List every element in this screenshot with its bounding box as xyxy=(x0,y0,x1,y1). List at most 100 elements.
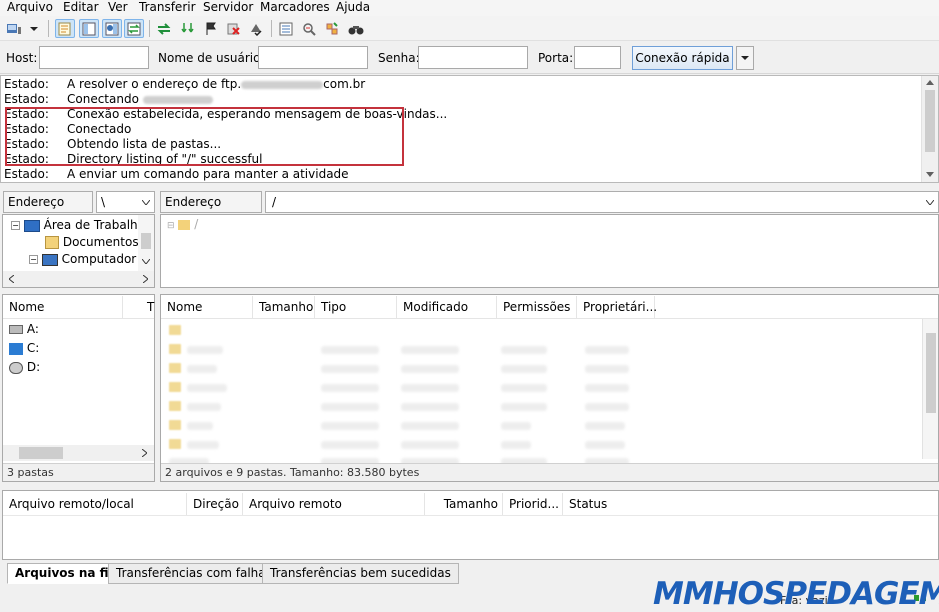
collapse-icon[interactable]: − xyxy=(11,221,20,230)
menu-servidor[interactable]: Servidor xyxy=(203,0,253,15)
remote-file-rows-blurred xyxy=(161,320,921,466)
local-tree-scrollbar[interactable] xyxy=(138,215,154,271)
queue-col-file[interactable]: Arquivo remoto/local xyxy=(3,493,187,515)
local-col-type[interactable]: T xyxy=(141,296,155,318)
menu-ver[interactable]: Ver xyxy=(108,0,128,15)
directory-filter-icon[interactable] xyxy=(276,19,296,38)
chevron-down-icon xyxy=(741,56,749,60)
reconnect-icon[interactable] xyxy=(246,19,266,38)
computer-icon xyxy=(41,253,58,266)
toolbar xyxy=(0,16,939,41)
tree-item-documentos[interactable]: Documentos xyxy=(45,235,139,249)
watermark-logo: MMHOSPEDAGEM xyxy=(653,576,939,612)
queue-col-direction[interactable]: Direção xyxy=(187,493,243,515)
tree-item-desktop[interactable]: − Área de Trabalho xyxy=(11,218,145,232)
refresh-icon[interactable] xyxy=(154,19,174,38)
chevron-down-icon[interactable] xyxy=(926,200,934,205)
log-line: Estado: A resolver o endereço de ftp. com.… xyxy=(4,77,366,91)
remote-address-label: Endereço remoto: xyxy=(160,191,262,229)
scroll-down-icon[interactable] xyxy=(926,172,934,177)
local-status: 3 pastas xyxy=(3,463,154,481)
log-line: Estado: Conectando xyxy=(4,92,213,107)
local-list-hscrollbar[interactable] xyxy=(3,445,154,461)
transfer-queue: Arquivo remoto/local Direção Arquivo rem… xyxy=(2,490,939,560)
drive-d[interactable]: D: xyxy=(9,360,40,374)
remote-address-bar: Endereço remoto: / xyxy=(160,191,939,229)
drive-icon xyxy=(9,361,23,374)
remote-status: 2 arquivos e 9 pastas. Tamanho: 83.580 b… xyxy=(161,463,938,481)
message-log-toggle-icon[interactable] xyxy=(55,19,75,38)
highlight-box xyxy=(5,107,404,166)
local-tree-toggle-icon[interactable] xyxy=(79,19,99,38)
tree-item-root[interactable]: ⊟ / xyxy=(167,217,198,231)
remote-list-scrollbar[interactable] xyxy=(922,319,938,459)
site-manager-icon[interactable] xyxy=(4,19,24,38)
tab-successful-transfers[interactable]: Transferências bem sucedidas xyxy=(262,563,459,584)
local-tree-hscrollbar[interactable] xyxy=(3,271,154,287)
local-file-list: Nome T A: C: D: 3 pastas xyxy=(2,294,155,482)
password-input[interactable] xyxy=(418,46,528,69)
local-tree: − Área de Trabalho Documentos − Computad… xyxy=(2,214,155,288)
drive-a[interactable]: A: xyxy=(9,322,39,336)
host-input[interactable] xyxy=(39,46,149,69)
remote-col-owner[interactable]: Proprietári... xyxy=(577,296,657,318)
log-scrollbar[interactable] xyxy=(921,76,938,182)
chevron-down-icon[interactable] xyxy=(142,200,150,205)
remote-address-input[interactable]: / xyxy=(265,191,939,213)
remote-tree-toggle-icon[interactable] xyxy=(102,19,122,38)
sync-browsing-icon[interactable] xyxy=(299,19,319,38)
remote-file-list: Nome Tamanho Tipo Modificado Permissões … xyxy=(160,294,939,482)
port-label: Porta: xyxy=(538,51,574,65)
local-address-bar: Endereço local: \ xyxy=(3,191,155,229)
local-address-input[interactable]: \ xyxy=(96,191,155,213)
desktop-icon xyxy=(23,219,40,232)
menu-arquivo[interactable]: Arquivo xyxy=(7,0,53,15)
remote-col-permissions[interactable]: Permissões xyxy=(497,296,577,318)
menu-bar: Arquivo Editar Ver Transferir Servidor M… xyxy=(0,0,939,16)
tab-failed-transfers[interactable]: Transferências com falha xyxy=(108,563,274,584)
quickconnect-bar: Host: Nome de usuário: Senha: Porta: Con… xyxy=(0,42,939,74)
folder-icon xyxy=(45,236,59,249)
log-line: Estado: A enviar um comando para manter a… xyxy=(4,167,349,181)
compare-icon[interactable] xyxy=(322,19,342,38)
cancel-operation-icon[interactable] xyxy=(201,19,221,38)
local-col-name[interactable]: Nome xyxy=(3,296,123,318)
remote-tree: ⊟ / xyxy=(160,214,939,288)
menu-ajuda[interactable]: Ajuda xyxy=(336,0,370,15)
drive-icon xyxy=(9,325,23,334)
quickconnect-button[interactable]: Conexão rápida xyxy=(632,46,733,70)
redacted-text xyxy=(142,95,213,104)
folder-icon xyxy=(178,219,191,230)
queue-col-priority[interactable]: Priorid... xyxy=(503,493,563,515)
expand-icon[interactable]: − xyxy=(29,255,38,264)
queue-col-remote-file[interactable]: Arquivo remoto xyxy=(243,493,425,515)
port-input[interactable] xyxy=(574,46,621,69)
host-label: Host: xyxy=(6,51,38,65)
menu-marcadores[interactable]: Marcadores xyxy=(260,0,330,15)
remote-col-modified[interactable]: Modificado xyxy=(397,296,497,318)
disconnect-icon[interactable] xyxy=(224,19,244,38)
remote-col-size[interactable]: Tamanho xyxy=(253,296,315,318)
username-input[interactable] xyxy=(258,46,368,69)
queue-col-size[interactable]: Tamanho xyxy=(425,493,503,515)
remote-col-name[interactable]: Nome xyxy=(161,296,253,318)
password-label: Senha: xyxy=(378,51,420,65)
log-scroll-thumb[interactable] xyxy=(925,90,935,152)
scroll-up-icon[interactable] xyxy=(926,80,934,85)
search-icon[interactable] xyxy=(346,19,366,38)
remote-col-type[interactable]: Tipo xyxy=(315,296,397,318)
process-queue-icon[interactable] xyxy=(178,19,198,38)
menu-transferir[interactable]: Transferir xyxy=(139,0,196,15)
local-list-header: Nome T xyxy=(3,295,154,319)
dropdown-arrow-icon[interactable] xyxy=(27,19,41,38)
transfer-queue-toggle-icon[interactable] xyxy=(124,19,144,38)
redacted-text xyxy=(241,80,324,89)
menu-editar[interactable]: Editar xyxy=(63,0,99,15)
local-address-label: Endereço local: xyxy=(3,191,93,229)
tree-item-computador[interactable]: − Computador xyxy=(29,252,136,266)
queue-col-status[interactable]: Status xyxy=(563,493,653,515)
drive-c[interactable]: C: xyxy=(9,341,39,355)
drive-icon xyxy=(9,342,23,355)
quickconnect-dropdown[interactable] xyxy=(736,46,754,70)
remote-list-header: Nome Tamanho Tipo Modificado Permissões … xyxy=(161,295,938,319)
